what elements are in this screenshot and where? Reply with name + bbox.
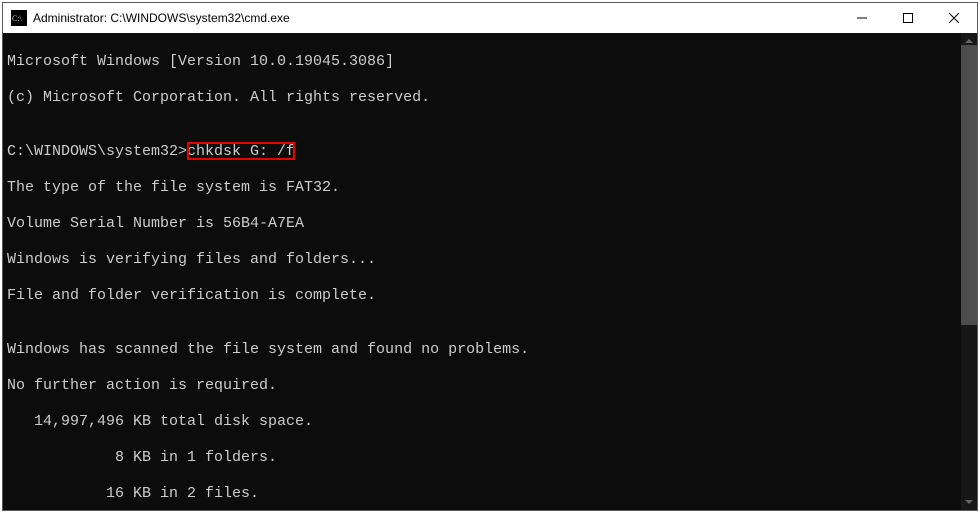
titlebar[interactable]: C:\ Administrator: C:\WINDOWS\system32\c… [3, 3, 977, 33]
scrollbar-thumb[interactable] [961, 45, 977, 325]
scroll-down-arrow[interactable] [961, 494, 977, 510]
output-line: 14,997,496 KB total disk space. [7, 413, 973, 431]
output-line: Windows has scanned the file system and … [7, 341, 973, 359]
output-line: 16 KB in 2 files. [7, 485, 973, 503]
terminal-output[interactable]: Microsoft Windows [Version 10.0.19045.30… [3, 33, 977, 510]
svg-text:C:\: C:\ [12, 14, 23, 23]
window-controls [839, 3, 977, 33]
output-line: (c) Microsoft Corporation. All rights re… [7, 89, 973, 107]
output-line: The type of the file system is FAT32. [7, 179, 973, 197]
vertical-scrollbar[interactable] [961, 33, 977, 510]
cmd-icon: C:\ [11, 10, 27, 26]
output-line: File and folder verification is complete… [7, 287, 973, 305]
output-line: No further action is required. [7, 377, 973, 395]
maximize-button[interactable] [885, 3, 931, 33]
output-line: Windows is verifying files and folders..… [7, 251, 973, 269]
window-title: Administrator: C:\WINDOWS\system32\cmd.e… [33, 11, 839, 25]
cmd-window: C:\ Administrator: C:\WINDOWS\system32\c… [2, 2, 978, 511]
output-line: Volume Serial Number is 56B4-A7EA [7, 215, 973, 233]
output-line: 8 KB in 1 folders. [7, 449, 973, 467]
prompt-line: C:\WINDOWS\system32>chkdsk G: /f [7, 143, 973, 161]
output-line: Microsoft Windows [Version 10.0.19045.30… [7, 53, 973, 71]
close-button[interactable] [931, 3, 977, 33]
minimize-button[interactable] [839, 3, 885, 33]
